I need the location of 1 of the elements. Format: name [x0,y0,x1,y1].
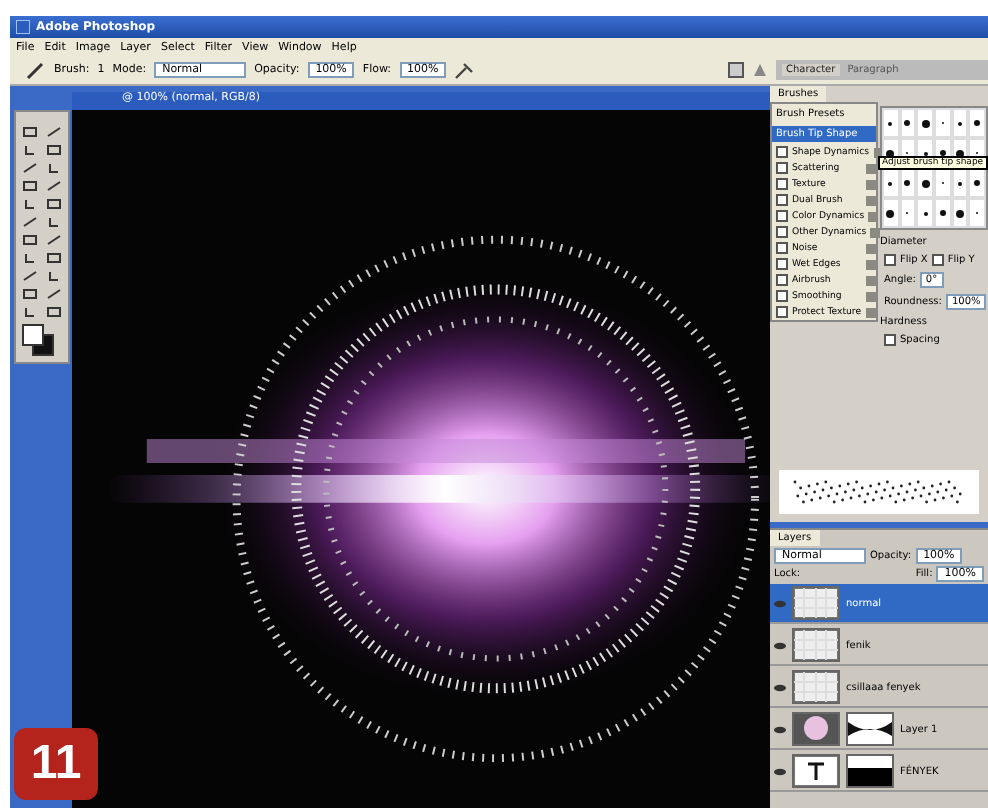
step-badge: 11 [14,728,98,800]
